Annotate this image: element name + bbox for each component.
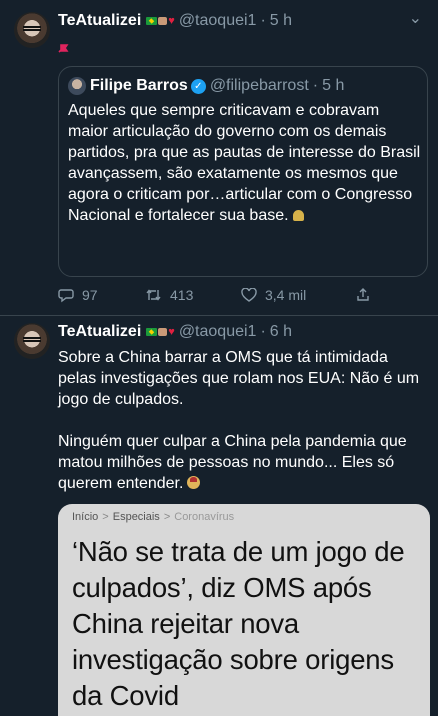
timestamp[interactable]: 5 h (270, 12, 292, 30)
breadcrumb-separator: > (102, 511, 109, 523)
heart-emoji-icon: ♥ (168, 14, 175, 27)
heart-emoji-icon: ♥ (168, 325, 175, 338)
share-button[interactable] (356, 287, 370, 302)
pin-icon (58, 43, 70, 53)
avatar[interactable] (14, 323, 50, 359)
user-handle[interactable]: @filipebarrost (210, 77, 309, 95)
share-icon (357, 288, 369, 301)
tweet[interactable]: TeAtualizei ♥ @taoquei1 · 6 h Sobre a Ch… (0, 317, 438, 716)
user-name[interactable]: Filipe Barros (90, 77, 188, 95)
like-button[interactable]: 3,4 mil (241, 287, 306, 303)
reply-icon (58, 288, 74, 302)
quote-text: Aqueles que sempre criticavam e cobravam… (68, 100, 423, 226)
chevron-down-icon[interactable]: ⌄ (409, 8, 422, 28)
breadcrumb-item: Coronavírus (174, 511, 235, 523)
retweet-icon (146, 289, 161, 301)
like-count: 3,4 mil (265, 287, 307, 303)
separator-dot: · (312, 77, 319, 94)
brazil-flag-icon (146, 328, 158, 336)
tweet-paragraph-text: Ninguém quer culpar a China pela pandemi… (58, 433, 407, 492)
emoji-group: ♥ (146, 14, 175, 27)
avatar[interactable] (68, 77, 86, 95)
tweet-header: TeAtualizei ♥ @taoquei1 · 5 h (58, 12, 292, 30)
breadcrumb-item: Especiais (112, 511, 160, 523)
quote-body: Aqueles que sempre criticavam e cobravam… (68, 102, 421, 224)
card-headline: ‘Não se trata de um jogo de culpados’, d… (72, 536, 405, 711)
tweet-paragraph: Ninguém quer culpar a China pela pandemi… (58, 431, 430, 494)
tweet-header: TeAtualizei ♥ @taoquei1 · 6 h (58, 323, 292, 341)
user-name[interactable]: TeAtualizei (58, 12, 141, 30)
breadcrumb-separator: > (163, 511, 171, 523)
quoted-tweet[interactable]: Filipe Barros ✓ @filipebarrost · 5 h Aqu… (58, 66, 428, 277)
link-card[interactable]: Início > Especiais > Coronavírus ‘Não se tra… (58, 504, 430, 716)
separator-dot: · (260, 323, 266, 340)
retweet-count: 413 (170, 287, 194, 303)
heart-icon (241, 288, 257, 302)
reply-count: 97 (82, 287, 98, 303)
tweet-paragraph: Sobre a China barrar a OMS que tá intimi… (58, 349, 420, 408)
fist-icon (158, 328, 168, 336)
breadcrumb: Início > Especiais > Coronavírus (72, 511, 234, 523)
quote-header: Filipe Barros ✓ @filipebarrost · 5 h (68, 77, 344, 95)
user-name[interactable]: TeAtualizei (58, 323, 141, 341)
timestamp[interactable]: 6 h (270, 323, 292, 341)
avatar[interactable] (14, 12, 50, 48)
user-handle[interactable]: @taoquei1 (179, 12, 257, 30)
separator-dot: · (260, 12, 266, 29)
emoji-group: ♥ (146, 325, 175, 338)
breadcrumb-item: Início (72, 511, 99, 523)
brazil-flag-icon (146, 17, 158, 25)
face-emoji-icon (187, 476, 201, 489)
fist-icon (158, 17, 168, 25)
retweet-button[interactable]: 413 (145, 287, 193, 303)
reply-button[interactable]: 97 (58, 287, 98, 303)
tweet-text: Sobre a China barrar a OMS que tá intimi… (58, 347, 430, 494)
verified-badge-icon: ✓ (190, 78, 206, 94)
person-emoji-icon (292, 210, 304, 221)
user-handle[interactable]: @taoquei1 (179, 323, 257, 341)
timestamp[interactable]: 5 h (322, 77, 344, 95)
tweet-actions: 97 413 3,4 mil (58, 287, 398, 307)
tweet[interactable]: TeAtualizei ♥ @taoquei1 · 5 h ⌄ Filipe B… (0, 0, 438, 316)
